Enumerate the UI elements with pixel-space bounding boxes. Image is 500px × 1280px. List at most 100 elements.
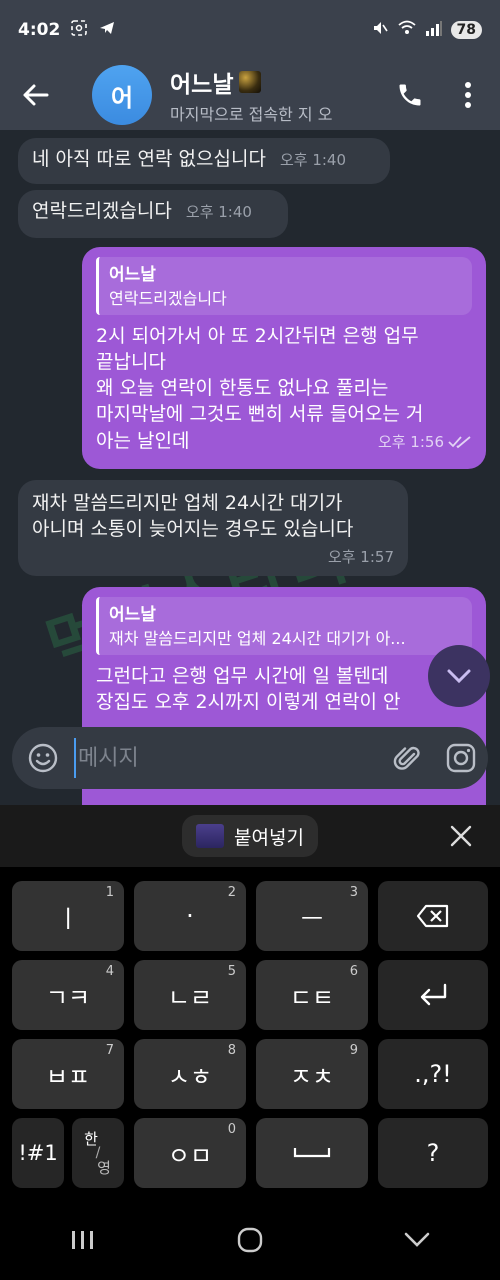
back-nav-button[interactable] [387,1210,447,1270]
reply-quote[interactable]: 어느날 재차 말씀드리지만 업체 24시간 대기가 아... [96,597,472,655]
telegram-icon [98,19,116,42]
status-right: 78 [371,19,482,41]
more-menu-button[interactable] [448,60,488,130]
status-left: 4:02 [18,19,116,42]
key-number: 9 [349,1043,358,1058]
message-input[interactable] [74,738,380,778]
key-label: ㅡ [300,904,324,933]
name-badge-icon [239,71,262,93]
message-meta: 오후 1:56 [370,429,472,455]
key-label: ㄴㄹ [167,983,213,1012]
message-line: 재차 말씀드리지만 업체 24시간 대기가 [32,492,343,514]
signal-icon [425,20,443,40]
paperclip-icon [393,746,420,770]
key-number: 7 [105,1043,114,1058]
message-line: 끝납니다 [96,351,166,373]
key-number: 2 [227,885,236,900]
message-incoming[interactable]: 재차 말씀드리지만 업체 24시간 대기가 아니며 소통이 늦어지는 경우도 있… [18,480,408,576]
navigation-bar [0,1200,500,1280]
enter-key[interactable] [378,960,488,1030]
key-8[interactable]: 8 ㅅㅎ [134,1039,246,1109]
key-2[interactable]: 2 · [134,881,246,951]
key-label: ㅇㅁ [167,1141,213,1170]
key-label: .,?! [414,1060,452,1088]
key-label: ? [426,1139,440,1167]
message-line: 장집도 오후 2시까지 이렇게 연락이 안 [96,691,401,713]
message-meta: 오후 1:57 [32,544,394,570]
attach-button[interactable] [380,727,434,789]
camera-button[interactable] [434,727,488,789]
key-0[interactable]: 0 ㅇㅁ [134,1118,246,1188]
more-vertical-icon [465,82,471,108]
reply-quote[interactable]: 어느날 연락드리겠습니다 [96,257,472,315]
key-5[interactable]: 5 ㄴㄹ [134,960,246,1030]
back-button[interactable] [0,60,70,130]
chevron-down-icon [447,669,471,684]
symbols-key[interactable]: !#1 [12,1118,64,1188]
message-time: 오후 1:57 [327,548,394,566]
recents-button[interactable] [53,1210,113,1270]
avatar[interactable]: 어 [92,65,152,125]
double-check-icon [448,436,471,449]
reply-author: 어느날 [109,265,156,285]
message-line: 아는 날인데 [96,430,190,452]
punctuation-key[interactable]: .,?! [378,1039,488,1109]
key-label: ㅣ [56,904,80,933]
message-time: 오후 1:40 [185,203,252,221]
key-label: ㄱㅋ [45,983,91,1012]
chat-info[interactable]: 어느날 마지막으로 접속한 지 오 [170,65,380,125]
key-4[interactable]: 4 ㄱㅋ [12,960,124,1030]
message-composer [12,727,488,789]
paste-button[interactable]: 붙여넣기 [182,815,318,857]
reply-text: 재차 말씀드리지만 업체 24시간 대기가 아... [109,629,406,648]
message-incoming[interactable]: 연락드리겠습니다 오후 1:40 [18,190,288,238]
key-6[interactable]: 6 ㄷㅌ [256,960,368,1030]
smile-icon [28,743,58,773]
recents-icon [72,1231,94,1249]
phone-icon [399,84,421,106]
emoji-button[interactable] [12,727,74,789]
last-seen-status: 마지막으로 접속한 지 오 [170,105,333,124]
message-text: 연락드리겠습니다 [32,200,172,222]
close-icon [450,825,472,847]
backspace-key[interactable] [378,881,488,951]
backspace-icon [416,904,449,928]
keyboard-toolbar: 붙여넣기 [0,805,500,867]
chat-area[interactable]: 먹튀스타디 네 아직 따로 연락 없으십니다 오후 1:40 연락드리겠습니다 … [0,130,500,805]
lang-slash: / [95,1145,101,1161]
header-actions [380,60,500,130]
language-key[interactable]: 한 / 영 [72,1118,124,1188]
message-line: 그런다고 은행 업무 시간에 일 볼텐데 [96,665,389,687]
key-number: 1 [105,885,114,900]
paste-label: 붙여넣기 [234,826,304,849]
question-key[interactable]: ? [378,1118,488,1188]
key-7[interactable]: 7 ㅂㅍ [12,1039,124,1109]
clipboard-thumbnail [196,824,225,848]
home-icon [237,1227,263,1253]
arrow-left-icon [23,84,49,106]
home-button[interactable] [220,1210,280,1270]
message-time: 오후 1:40 [279,151,347,169]
scroll-down-button[interactable] [428,645,490,707]
key-3[interactable]: 3 ㅡ [256,881,368,951]
key-label: · [186,902,194,930]
key-label: !#1 [18,1141,58,1165]
enter-icon [420,983,447,1006]
key-number: 4 [105,964,114,979]
message-incoming[interactable]: 네 아직 따로 연락 없으십니다 오후 1:40 [18,138,390,184]
key-number: 0 [227,1122,236,1137]
message-outgoing[interactable]: 어느날 연락드리겠습니다 2시 되어가서 아 또 2시간뒤면 은행 업무 끝납니… [82,247,486,469]
key-1[interactable]: 1 ㅣ [12,881,124,951]
key-number: 6 [349,964,358,979]
key-number: 8 [227,1043,236,1058]
key-label: ㅂㅍ [45,1062,91,1091]
instagram-camera-icon [446,743,476,773]
battery-indicator: 78 [450,21,482,39]
close-toolbar-button[interactable] [436,805,486,867]
chat-header: 어 어느날 마지막으로 접속한 지 오 [0,60,500,130]
space-key[interactable] [256,1118,368,1188]
message-line: 왜 오늘 연락이 한통도 없나요 풀리는 [96,377,389,399]
call-button[interactable] [380,60,440,130]
key-9[interactable]: 9 ㅈㅊ [256,1039,368,1109]
mute-icon [371,19,389,41]
